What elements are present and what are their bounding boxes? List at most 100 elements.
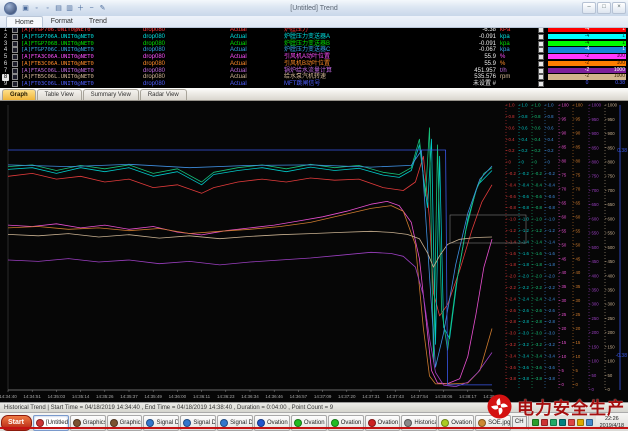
value-tick-label: -3.8 (548, 376, 556, 381)
value-tick-label: 70 (562, 186, 567, 191)
ribbon-tab-trend[interactable]: Trend (81, 16, 115, 27)
tray-volume-icon[interactable] (586, 419, 593, 426)
scale-color-bar: -41 (548, 41, 626, 46)
trace-visibility-checkbox[interactable] (538, 54, 544, 60)
signal-table: 1[A]FTGP706.UNIT0@NET0drop080Actual炉膛压力-… (0, 27, 628, 89)
value-tick-label: -0.2 (509, 171, 517, 176)
scale-color-bar: -21000 (548, 68, 626, 73)
value-tick-label: -2.0 (548, 274, 556, 279)
taskbar-button-label: Ovation Ala... (378, 420, 401, 426)
value-tick-label: -3.8 (522, 376, 530, 381)
time-tick-label: 14:35:14 (72, 394, 90, 399)
point-name: [A]FTB3C06A.UNIT0@NET0 (21, 61, 94, 68)
trace-visibility-checkbox[interactable] (538, 68, 544, 74)
alarm-green-icon (294, 419, 302, 427)
trace-visibility-checkbox[interactable] (538, 61, 544, 67)
value-tick-label: -2.0 (509, 274, 517, 279)
value-tick-label: 250 (608, 316, 616, 321)
graphics-window-icon (110, 419, 118, 427)
value-tick-label: 95 (576, 117, 581, 122)
value-tick-label: -0.4 (535, 182, 543, 187)
tray-status-green-icon[interactable] (532, 419, 539, 426)
value-tick-label: 15 (562, 340, 567, 345)
value-tick-label: 0.8 (522, 114, 529, 119)
window-controls: – □ × (582, 2, 628, 14)
drop-name: drop080 (143, 41, 165, 48)
value-tick-label: 85 (576, 145, 581, 150)
signal-row-5[interactable]: 5[A]FTA3C06A.UNIT0@NET0drop080Actual引风机A… (0, 54, 628, 61)
value-tick-label: 15 (576, 340, 581, 345)
scale-min-label: -4 (585, 41, 589, 46)
value-tick-label: -3.2 (522, 342, 530, 347)
ribbon-tab-home[interactable]: Home (6, 16, 43, 27)
value-tick-label: 550 (592, 231, 600, 236)
image-viewer-icon (478, 419, 486, 427)
trace-visibility-checkbox[interactable] (538, 81, 544, 87)
value-tick-label: 250 (592, 316, 600, 321)
value-mode: Actual (230, 47, 247, 54)
tray-alert-icon[interactable] (568, 419, 575, 426)
scale-min-label: -4 (585, 47, 589, 52)
scale-color-bar: -41 (548, 47, 626, 52)
value-tick-label: 0.6 (535, 125, 542, 130)
close-button[interactable]: × (612, 2, 626, 14)
taskbar-button-label: [Untitled] ... (46, 420, 69, 426)
tray-network-icon[interactable] (550, 419, 557, 426)
digital-high-marker: 0.38 (617, 148, 627, 154)
point-type-icon (12, 34, 18, 40)
value-tick-label: 100 (592, 359, 600, 364)
point-description: 给水泵汽机转速 (284, 74, 326, 81)
trace-visibility-checkbox[interactable] (538, 41, 544, 47)
value-mode: Actual (230, 34, 247, 41)
scale-max-label: 1000 (614, 74, 625, 79)
value-tick-label: 75 (562, 172, 567, 177)
value-mode: Actual (230, 81, 247, 88)
value-tick-label: -2.2 (535, 285, 543, 290)
current-value: 未设置 # (426, 81, 496, 88)
view-tab-radar-view[interactable]: Radar View (140, 89, 187, 100)
scale-min-label: -2 (585, 61, 589, 66)
signal-row-9[interactable]: 9[A]FT03C06L.UNIT0@NET0drop080ActualMFT跳… (0, 81, 628, 88)
view-tab-graph[interactable]: Graph (2, 89, 36, 100)
trace-visibility-checkbox[interactable] (538, 74, 544, 80)
time-tick-label: 14:35:03 (48, 394, 66, 399)
point-name: [A]FTA5C06L.UNIT0@NET0 (21, 68, 94, 75)
ribbon-tab-format[interactable]: Format (43, 16, 81, 27)
scale-max-label: 100 (617, 61, 625, 66)
trace-visibility-checkbox[interactable] (538, 47, 544, 53)
time-tick-label: 14:37:54 (411, 394, 429, 399)
value-tick-label: -2.0 (522, 274, 530, 279)
signal-row-1[interactable]: 1[A]FTGP706.UNIT0@NET0drop080Actual炉膛压力-… (0, 27, 628, 34)
view-tab-summary-view[interactable]: Summary View (83, 89, 139, 100)
value-tick-label: -2.2 (509, 285, 517, 290)
value-tick-label: -1.6 (535, 251, 543, 256)
value-tick-label: 700 (608, 188, 616, 193)
trace-visibility-checkbox[interactable] (538, 34, 544, 40)
value-tick-label: -3.2 (548, 342, 556, 347)
signal-row-2[interactable]: 2[A]FTGP706A.UNIT0@NET0drop080Actual炉膛压力… (0, 34, 628, 41)
trend-chart-area[interactable]: 14:34:4014:34:5114:35:0314:35:1414:35:26… (0, 100, 628, 402)
scale-max-label: 1000 (614, 68, 625, 73)
value-tick-label: -2.8 (509, 319, 517, 324)
engineering-units: t/h (500, 68, 507, 75)
value-tick-label: -2.6 (509, 308, 517, 313)
value-tick-label: 0 (548, 160, 551, 165)
trend-chart-svg[interactable]: 14:34:4014:34:5114:35:0314:35:1414:35:26… (0, 100, 628, 402)
title-bar: ▣◦◦▤▥＋−✎ [Untitled] Trend – □ × (0, 0, 628, 17)
minimize-button[interactable]: – (582, 2, 596, 14)
drop-name: drop080 (143, 54, 165, 61)
row-number: 3 (2, 41, 9, 48)
tray-messenger-icon[interactable] (559, 419, 566, 426)
drop-name: drop080 (143, 74, 165, 81)
time-tick-label: 14:36:57 (290, 394, 308, 399)
tray-update-icon[interactable] (577, 419, 584, 426)
current-value: 55.9 (426, 54, 496, 61)
value-tick-label: 500 (608, 245, 616, 250)
signal-row-6[interactable]: 6[A]FTB3C06A.UNIT0@NET0drop080Actual引风机B… (0, 61, 628, 68)
row-number: 2 (2, 34, 9, 41)
tray-alarm-red-icon[interactable] (541, 419, 548, 426)
maximize-button[interactable]: □ (597, 2, 611, 14)
view-tab-table-view[interactable]: Table View (37, 89, 82, 100)
drop-name: drop080 (143, 47, 165, 54)
value-tick-label: 800 (592, 159, 600, 164)
